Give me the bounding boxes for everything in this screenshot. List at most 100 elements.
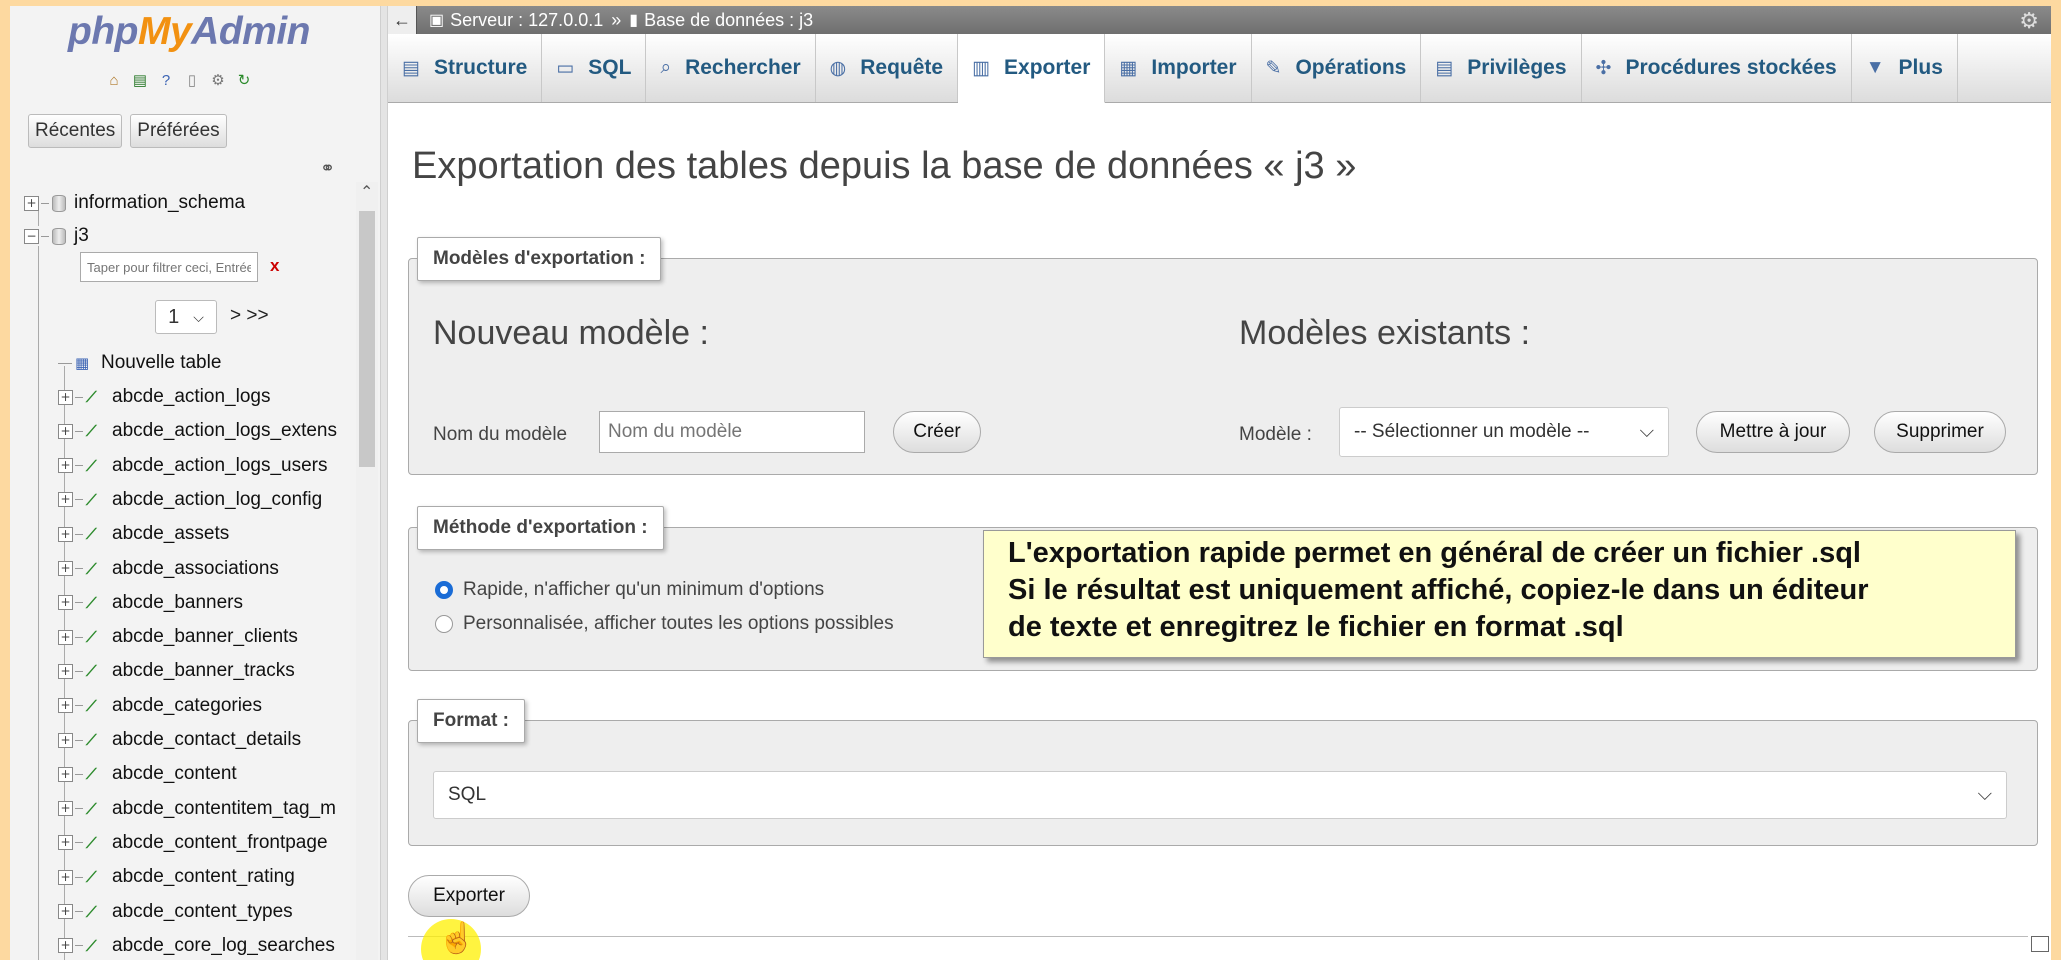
tree-table-item[interactable]: + ⟋ abcde_action_logs: [58, 382, 270, 412]
tree-db-information-schema[interactable]: + information_schema: [24, 188, 245, 218]
next-page-link[interactable]: > >>: [230, 305, 269, 327]
reload-icon[interactable]: ↻: [234, 70, 254, 90]
tab-1[interactable]: ▤ Structure: [388, 34, 543, 102]
table-icon[interactable]: ⟋: [86, 388, 106, 406]
tab-9[interactable]: ✣ Procédures stockées: [1582, 34, 1852, 102]
tree-table-item[interactable]: + ⟋ abcde_banners: [58, 588, 243, 618]
console-icon[interactable]: [2031, 936, 2049, 952]
table-icon[interactable]: ⟋: [86, 594, 106, 612]
template-select-value: -- Sélectionner un modèle --: [1354, 421, 1590, 442]
table-icon[interactable]: ⟋: [86, 697, 106, 715]
nav-scrollbar-thumb[interactable]: [359, 211, 375, 467]
custom-export-label[interactable]: Personnalisée, afficher toutes les optio…: [463, 613, 894, 635]
table-filter-input[interactable]: [80, 252, 258, 282]
quick-export-label[interactable]: Rapide, n'afficher qu'un minimum d'optio…: [463, 579, 824, 601]
tree-new-table[interactable]: ▦ Nouvelle table: [58, 348, 221, 378]
create-template-button[interactable]: Créer: [893, 411, 981, 453]
tree-table-item[interactable]: + ⟋ abcde_action_log_config: [58, 485, 322, 515]
collapse-nav-icon[interactable]: ←: [388, 6, 417, 34]
expand-icon[interactable]: +: [58, 801, 73, 817]
export-button[interactable]: Exporter: [408, 875, 530, 917]
tab-8[interactable]: ▤ Privilèges: [1421, 34, 1582, 102]
table-icon[interactable]: ⟋: [86, 491, 106, 509]
tree-db-j3[interactable]: − j3: [24, 221, 89, 251]
link-icon[interactable]: ⚭: [320, 158, 335, 179]
expand-icon[interactable]: +: [58, 423, 73, 439]
tree-table-item[interactable]: + ⟋ abcde_action_logs_users: [58, 451, 328, 481]
tree-table-item[interactable]: + ⟋ abcde_associations: [58, 554, 279, 584]
tab-2[interactable]: ▭ SQL: [542, 34, 647, 102]
expand-icon[interactable]: +: [58, 526, 73, 542]
delete-template-button[interactable]: Supprimer: [1874, 411, 2006, 453]
scroll-up-icon[interactable]: ⌃: [360, 182, 373, 202]
table-page-select[interactable]: 1 ⌵: [155, 300, 217, 334]
template-name-input[interactable]: [599, 411, 865, 453]
tab-3[interactable]: ⌕ Rechercher: [646, 34, 816, 102]
tree-table-item[interactable]: + ⟋ abcde_categories: [58, 691, 262, 721]
custom-export-radio[interactable]: [435, 615, 453, 633]
recent-button[interactable]: Récentes: [28, 114, 123, 148]
expand-icon[interactable]: +: [24, 195, 39, 211]
expand-icon[interactable]: +: [58, 629, 73, 645]
expand-icon[interactable]: +: [58, 766, 73, 782]
table-icon[interactable]: ⟋: [86, 868, 106, 886]
expand-icon[interactable]: +: [58, 663, 73, 679]
expand-icon[interactable]: +: [58, 389, 73, 405]
table-icon[interactable]: ⟋: [86, 731, 106, 749]
docs-icon[interactable]: ▯: [182, 70, 202, 90]
expand-icon[interactable]: +: [58, 595, 73, 611]
table-icon[interactable]: ⟋: [86, 628, 106, 646]
table-icon[interactable]: ⟋: [86, 834, 106, 852]
table-icon[interactable]: ⟋: [86, 525, 106, 543]
tree-table-item[interactable]: + ⟋ abcde_content_types: [58, 897, 293, 927]
format-select[interactable]: SQL ⌵: [433, 771, 2007, 819]
table-icon[interactable]: ⟋: [86, 800, 106, 818]
tree-table-item[interactable]: + ⟋ abcde_core_log_searches: [58, 931, 335, 960]
breadcrumb-database[interactable]: Base de données : j3: [644, 10, 813, 31]
tree-table-item[interactable]: + ⟋ abcde_content_rating: [58, 862, 295, 892]
favorites-button[interactable]: Préférées: [130, 114, 227, 148]
home-icon[interactable]: ⌂: [104, 70, 124, 90]
expand-icon[interactable]: +: [58, 458, 73, 474]
expand-icon[interactable]: +: [58, 561, 73, 576]
table-icon[interactable]: ⟋: [86, 560, 106, 578]
template-select[interactable]: -- Sélectionner un modèle -- ⌵: [1339, 407, 1669, 457]
collapse-icon[interactable]: −: [24, 228, 39, 244]
tree-table-item[interactable]: + ⟋ abcde_banner_clients: [58, 622, 298, 652]
tree-table-item[interactable]: + ⟋ abcde_contentitem_tag_m: [58, 794, 336, 824]
table-icon[interactable]: ⟋: [86, 903, 106, 921]
filter-clear-button[interactable]: x: [270, 256, 279, 276]
expand-icon[interactable]: +: [58, 938, 73, 954]
expand-icon[interactable]: +: [58, 835, 73, 851]
table-icon[interactable]: ⟋: [86, 937, 106, 955]
tab-7[interactable]: ✎ Opérations: [1252, 34, 1422, 102]
expand-icon[interactable]: +: [58, 869, 73, 885]
table-icon[interactable]: ⟋: [86, 422, 106, 440]
table-icon[interactable]: ⟋: [86, 662, 106, 680]
logout-icon[interactable]: ▤: [130, 70, 150, 90]
tree-table-item[interactable]: + ⟋ abcde_banner_tracks: [58, 656, 295, 686]
tree-table-item[interactable]: + ⟋ abcde_contact_details: [58, 725, 301, 755]
quick-export-radio[interactable]: [435, 581, 453, 599]
table-icon[interactable]: ⟋: [86, 765, 106, 783]
table-icon[interactable]: ⟋: [86, 457, 106, 475]
expand-icon[interactable]: +: [58, 698, 73, 714]
help-icon[interactable]: ?: [156, 70, 176, 90]
expand-icon[interactable]: +: [58, 492, 73, 508]
tree-table-item[interactable]: + ⟋ abcde_content_frontpage: [58, 828, 328, 858]
tree-table-item[interactable]: + ⟋ abcde_content: [58, 759, 237, 789]
tab-4[interactable]: ◍ Requête: [816, 34, 959, 102]
breadcrumb-server[interactable]: Serveur : 127.0.0.1: [450, 10, 603, 31]
tree-table-item[interactable]: + ⟋ abcde_assets: [58, 519, 229, 549]
nav-resize-handle[interactable]: [380, 6, 388, 960]
tab-6[interactable]: ▦ Importer: [1105, 34, 1252, 102]
gear-icon[interactable]: ⚙: [2019, 8, 2039, 34]
tree-table-item[interactable]: + ⟋ abcde_action_logs_extens: [58, 416, 337, 446]
settings-icon[interactable]: ⚙: [208, 70, 228, 90]
expand-icon[interactable]: +: [58, 732, 73, 748]
tab-10[interactable]: ▼ Plus: [1852, 34, 1958, 102]
update-template-button[interactable]: Mettre à jour: [1696, 411, 1850, 453]
expand-icon[interactable]: +: [58, 904, 73, 919]
phpmyadmin-logo[interactable]: phpMyAdmin: [68, 10, 310, 54]
tab-5[interactable]: ▥ Exporter: [958, 34, 1106, 103]
